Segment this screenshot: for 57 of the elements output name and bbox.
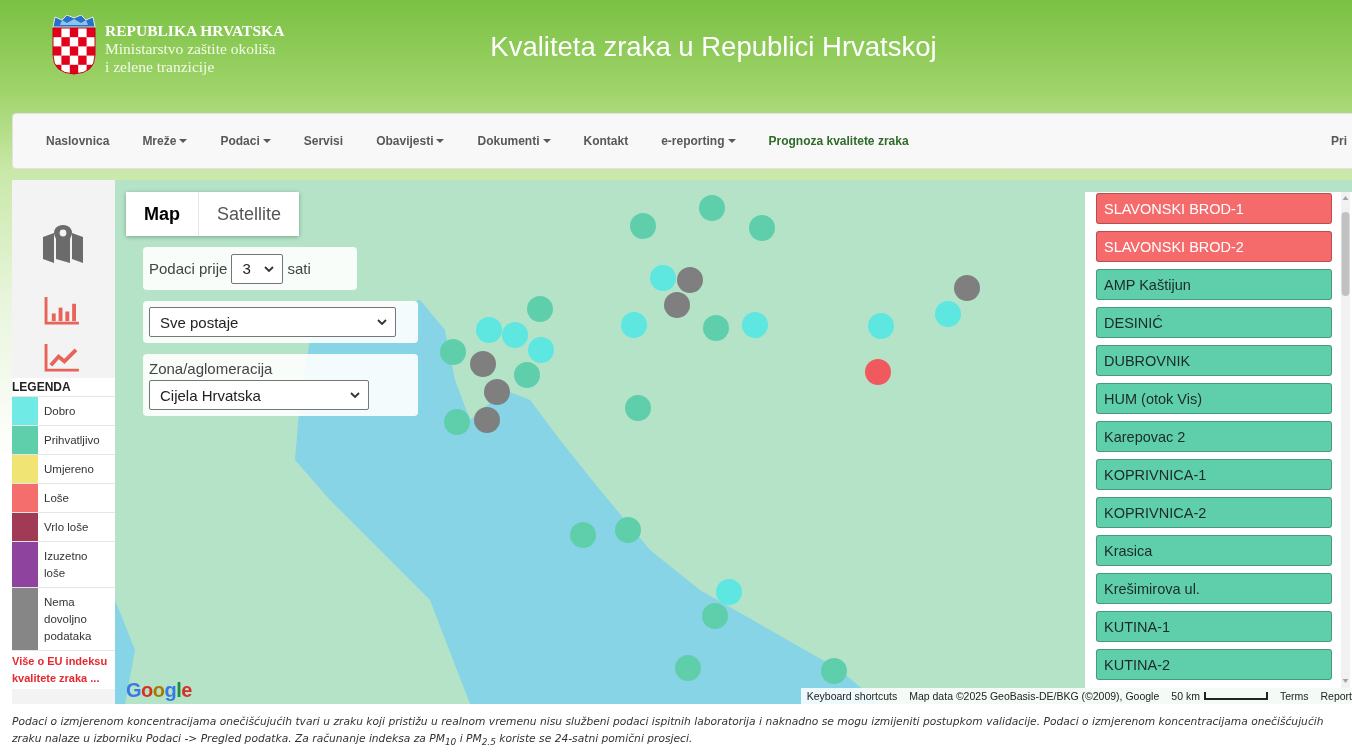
nav-link[interactable]: Dokumenti [477,134,551,148]
station-item[interactable]: Karepovac 2 [1096,421,1332,452]
station-item[interactable]: AMP Kaštijun [1096,269,1332,300]
legend-label: Vrlo loše [43,520,90,535]
nav-link[interactable]: Servisi [303,134,344,148]
nav-link[interactable]: Kontakt [583,134,629,148]
legend-label: Dobro [43,404,77,419]
scale-label: 50 km [1171,690,1200,702]
hours-unit: sati [287,260,311,277]
station-item[interactable]: DUBROVNIK [1096,345,1332,376]
station-select[interactable]: Sve postaje [149,307,396,337]
scale-bar [1203,692,1268,700]
station-item[interactable]: KOPRIVNICA-1 [1096,459,1332,490]
google-logo: Google [126,679,192,701]
zone-select[interactable]: Cijela Hrvatska [149,380,369,410]
nav-link[interactable]: Obavijesti [376,134,445,148]
line-chart-icon[interactable] [43,344,79,373]
ministry-name: i zelene tranzicije [105,58,216,76]
zone-label: Zona/aglomeracija [149,360,273,377]
eu-index-link[interactable]: Više o EU indeksu kvalitete zraka ... [12,653,115,687]
chevron-down-icon [264,265,275,272]
scrollbar[interactable] [1341,192,1350,688]
station-item[interactable]: HUM (otok Vis) [1096,383,1332,414]
ministry-name: Ministarstvo zaštite okoliša [105,40,277,58]
map-type-tab[interactable]: Satellite [198,192,300,236]
legend-label: Izuzetno loše [43,549,89,581]
legend-label: Umjereno [43,462,95,477]
hours-label: Podaci prije [149,260,228,277]
station-item[interactable]: KUTINA-2 [1096,649,1332,680]
station-item[interactable]: Krešimirova ul. [1096,573,1332,604]
map-type-tab[interactable]: Map [126,192,198,236]
nav-link[interactable]: Podaci [220,134,271,148]
station-item[interactable]: KUTINA-1 [1096,611,1332,642]
coat-of-arms-icon [52,15,96,75]
station-item[interactable]: DESINIĆ [1096,307,1332,338]
nav-link[interactable]: Mreže [142,134,188,148]
chevron-down-icon [377,319,387,325]
bar-chart-icon[interactable] [43,297,79,326]
hours-select[interactable]: 3 [231,253,284,284]
site-title: Kvaliteta zraka u Republici Hrvatskoj [490,30,937,64]
map-pin-icon[interactable] [42,225,83,263]
nav-link[interactable]: e-reporting [661,134,736,148]
map-data-credit: Map data ©2025 GeoBasis-DE/BKG (©2009), Google [909,690,1160,702]
nav-link[interactable]: Naslovnica [46,134,110,148]
keyboard-shortcuts-button[interactable]: Keyboard shortcuts [806,690,898,702]
legend-label: Prihvatljivo [43,433,101,448]
legend-label: Nema dovoljno podataka [43,595,93,644]
nav-link[interactable]: Prognoza kvalitete zraka [768,134,909,148]
chevron-down-icon [350,392,360,398]
disclaimer-text: Podaci o izmjerenom koncentracijama onečišćujućih tvari u zraku koji pristižu u realnom vremenu nisu službeni podaci ispitnih laboratorija i naknadno se mogu izmijeniti postupkom validacije. Podaci o izmjerenom koncentracijama onečišćujućih zraku nalaze u izborniku Podaci -> Pregled podatka. Za računanje indeksa za PM$_{10}$ i PM$_{2.5}$ koriste se 24-satni pomični prosjeci. [11,714,1325,750]
legend-label: Loše [43,491,70,506]
nav-link[interactable]: Pri [1331,134,1352,148]
station-item[interactable]: KOPRIVNICA-2 [1096,497,1332,528]
map-link[interactable]: Report [1320,690,1352,702]
station-item[interactable]: Krasica [1096,535,1332,566]
republic-name: REPUBLIKA HRVATSKA [105,21,285,40]
map-link[interactable]: Terms [1279,690,1309,702]
